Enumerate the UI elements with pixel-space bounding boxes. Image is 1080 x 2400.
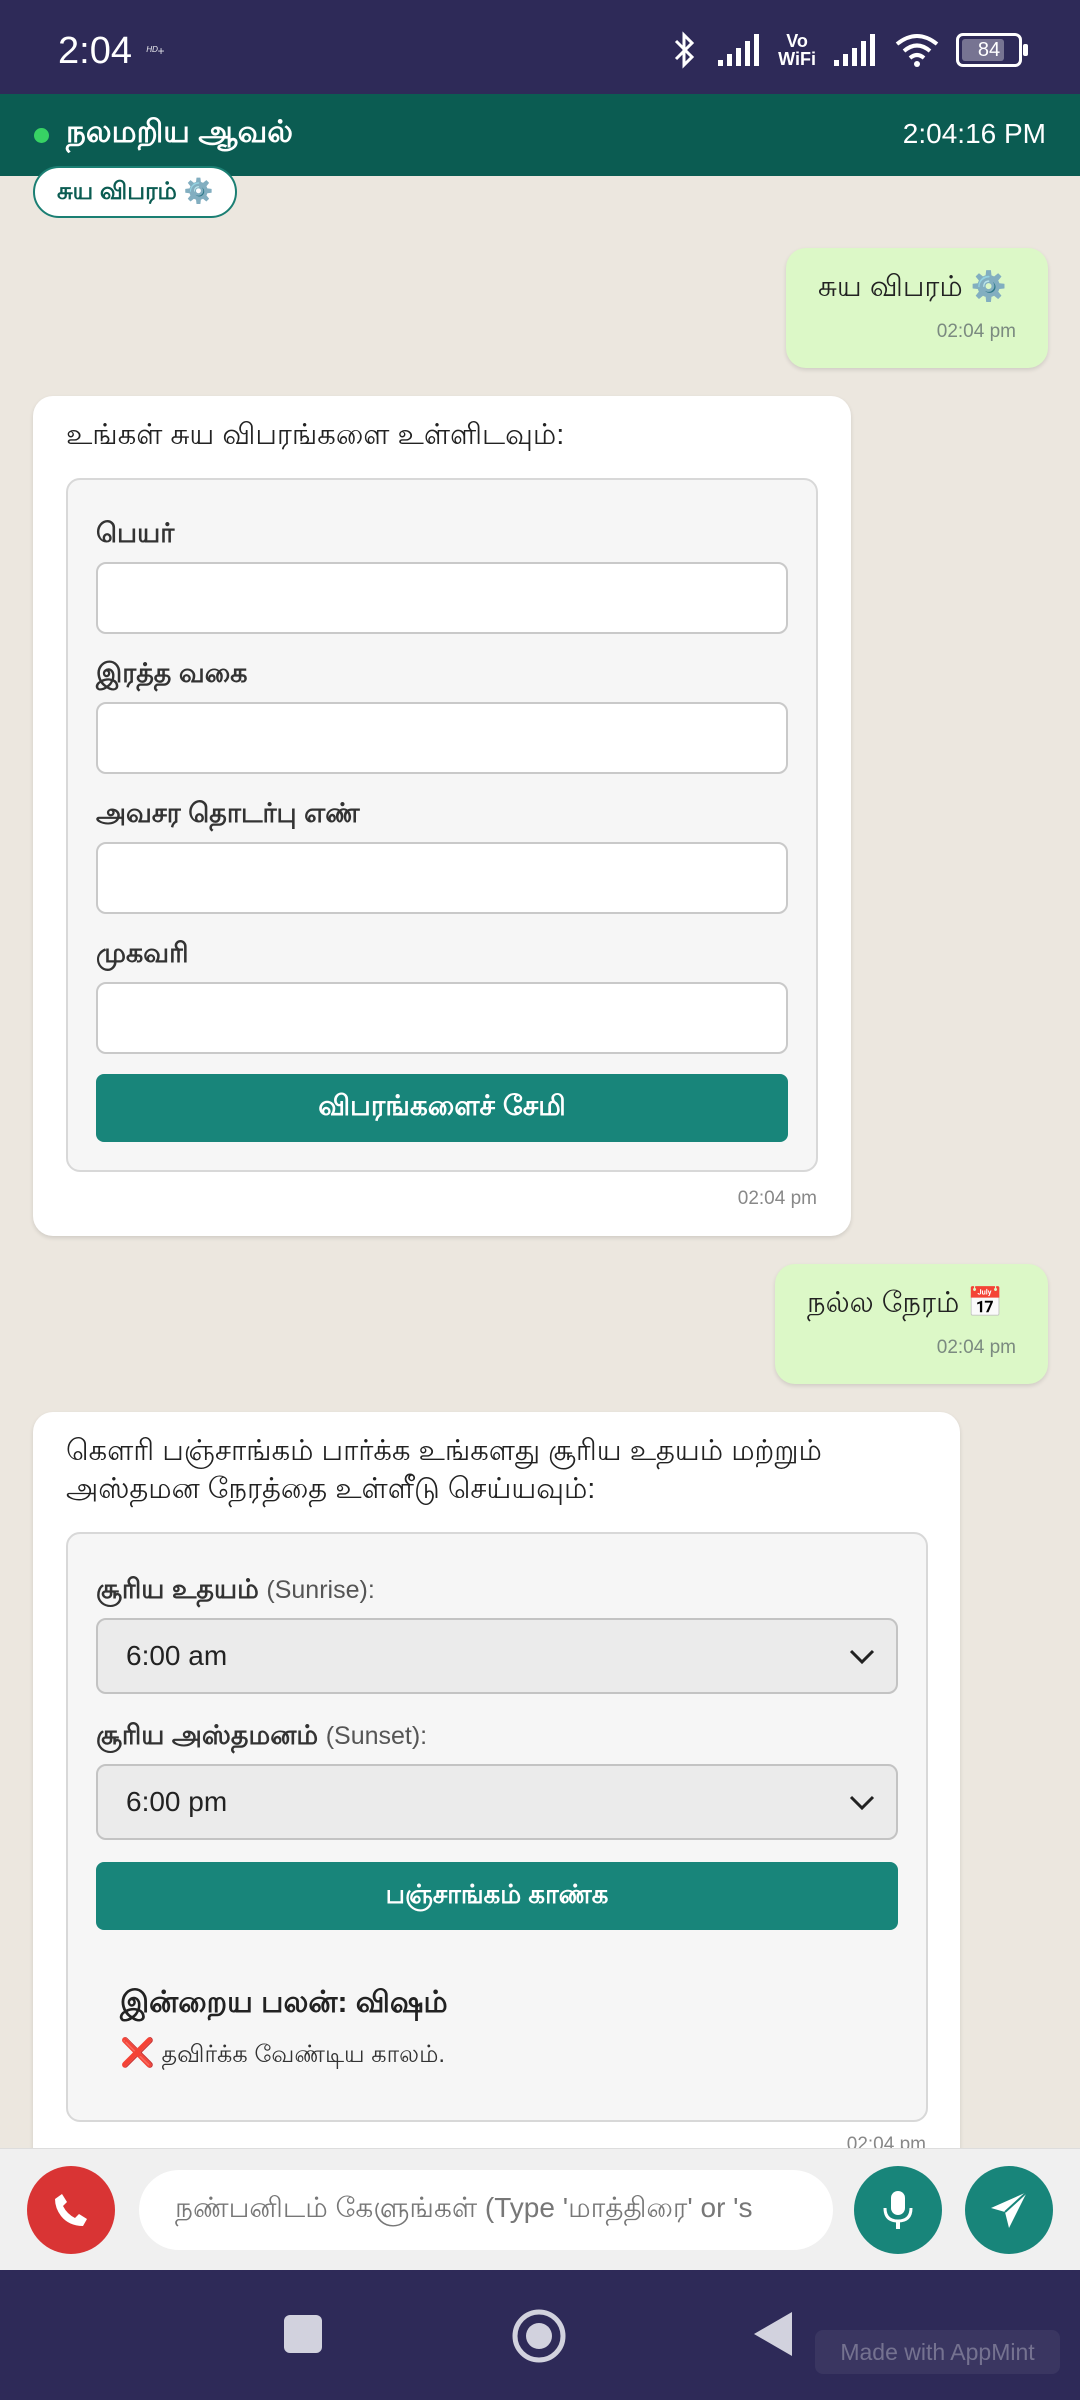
back-button[interactable]: [752, 2310, 794, 2358]
incoming-message-panchangam: கௌரி பஞ்சாங்கம் பார்க்க உங்களது சூரிய உத…: [33, 1412, 960, 2172]
panchangam-prompt-line-2: அஸ்தமன நேரத்தை உள்ளீடு செய்யவும்:: [66, 1473, 596, 1505]
app-title: நலமறிய ஆவல்: [66, 114, 294, 149]
recents-button[interactable]: [284, 2315, 322, 2353]
blood-type-input[interactable]: [96, 702, 788, 774]
signal-2-icon: [834, 34, 875, 66]
watermark: Made with AppMint: [815, 2330, 1060, 2374]
profile-form: பெயர் இரத்த வகை அவசர தொடர்பு எண் முகவரி …: [66, 478, 818, 1172]
status-icons: Vo WiFi 84: [670, 30, 1028, 70]
today-result-detail: ❌ தவிர்க்க வேண்டிய காலம்.: [120, 2036, 445, 2071]
name-label: பெயர்: [96, 518, 175, 548]
home-button[interactable]: [511, 2308, 567, 2364]
emergency-contact-label: அவசர தொடர்பு எண்: [96, 798, 360, 828]
sunset-label: சூரிய அஸ்தமனம் (Sunset):: [96, 1720, 427, 1755]
status-bar: 2:04 ᴴᴰ+ Vo WiFi 84: [0, 0, 1080, 94]
address-input[interactable]: [96, 982, 788, 1054]
emergency-contact-input[interactable]: [96, 842, 788, 914]
sunrise-select[interactable]: 6:00 am: [96, 1618, 898, 1694]
online-status-dot: [34, 128, 49, 143]
quick-reply-chip-personal-info[interactable]: சுய விபரம் ⚙️: [33, 166, 238, 218]
panchangam-prompt-line-1: கௌரி பஞ்சாங்கம் பார்க்க உங்களது சூரிய உத…: [66, 1435, 822, 1467]
vowifi-top: Vo: [786, 31, 808, 51]
message-text: நல்ல நேரம் 📅: [807, 1287, 1004, 1319]
message-time: 02:04 pm: [737, 1188, 817, 1209]
incoming-message-profile-form: உங்கள் சுய விபரங்களை உள்ளிடவும்: பெயர் இ…: [33, 396, 851, 1236]
app-header: நலமறிய ஆவல் 2:04:16 PM: [0, 94, 1080, 176]
message-composer: நண்பனிடம் கேளுங்கள் (Type 'மாத்திரை' or …: [0, 2148, 1080, 2271]
message-input[interactable]: நண்பனிடம் கேளுங்கள் (Type 'மாத்திரை' or …: [139, 2170, 833, 2250]
sunset-select[interactable]: 6:00 pm: [96, 1764, 898, 1840]
save-details-button[interactable]: விபரங்களைச் சேமி: [96, 1074, 788, 1142]
chevron-down-icon: [849, 1649, 875, 1665]
mic-button[interactable]: [854, 2166, 942, 2254]
phone-icon: [55, 2194, 87, 2226]
bluetooth-icon: [675, 31, 695, 69]
signal-icon: [718, 34, 760, 66]
wifi-icon: [895, 34, 939, 67]
hd-indicator: ᴴᴰ+: [146, 44, 165, 58]
header-clock: 2:04:16 PM: [902, 118, 1046, 149]
sunrise-value: 6:00 am: [126, 1640, 228, 1671]
outgoing-message: சுய விபரம் ⚙️ 02:04 pm: [786, 248, 1048, 368]
send-icon: [991, 2191, 1028, 2228]
call-button[interactable]: [27, 2166, 115, 2254]
battery-icon: 84: [956, 33, 1028, 67]
message-time: 02:04 pm: [936, 1337, 1016, 1358]
sunset-value: 6:00 pm: [126, 1786, 228, 1817]
sunset-label-en: (Sunset):: [325, 1722, 428, 1750]
sunset-label-ta: சூரிய அஸ்தமனம்: [96, 1720, 319, 1750]
view-panchangam-button[interactable]: பஞ்சாங்கம் காண்க: [96, 1862, 898, 1930]
today-result-title: இன்றைய பலன்: விஷம்: [120, 1986, 448, 2019]
outgoing-message: நல்ல நேரம் 📅 02:04 pm: [775, 1264, 1048, 1384]
send-button[interactable]: [965, 2166, 1053, 2254]
cross-icon: ❌: [120, 2037, 155, 2068]
message-text: சுய விபரம் ⚙️: [818, 271, 1007, 303]
status-time: 2:04: [58, 30, 132, 72]
form-prompt: உங்கள் சுய விபரங்களை உள்ளிடவும்:: [66, 419, 565, 451]
microphone-icon: [883, 2191, 913, 2229]
sunrise-label-ta: சூரிய உதயம்: [96, 1574, 259, 1604]
result-text: தவிர்க்க வேண்டிய காலம்.: [161, 2041, 446, 2068]
message-input-placeholder: நண்பனிடம் கேளுங்கள் (Type 'மாத்திரை' or …: [175, 2192, 753, 2223]
name-input[interactable]: [96, 562, 788, 634]
chevron-down-icon: [849, 1795, 875, 1811]
sunrise-label: சூரிய உதயம் (Sunrise):: [96, 1574, 375, 1609]
vowifi-bottom: WiFi: [778, 49, 816, 69]
message-time: 02:04 pm: [936, 321, 1016, 342]
address-label: முகவரி: [96, 938, 189, 968]
battery-level: 84: [977, 38, 1001, 61]
panchangam-form: சூரிய உதயம் (Sunrise): 6:00 am சூரிய அஸ்…: [66, 1532, 928, 2122]
blood-type-label: இரத்த வகை: [96, 658, 248, 688]
sunrise-label-en: (Sunrise):: [266, 1576, 375, 1604]
vowifi-icon: Vo WiFi: [778, 32, 816, 68]
